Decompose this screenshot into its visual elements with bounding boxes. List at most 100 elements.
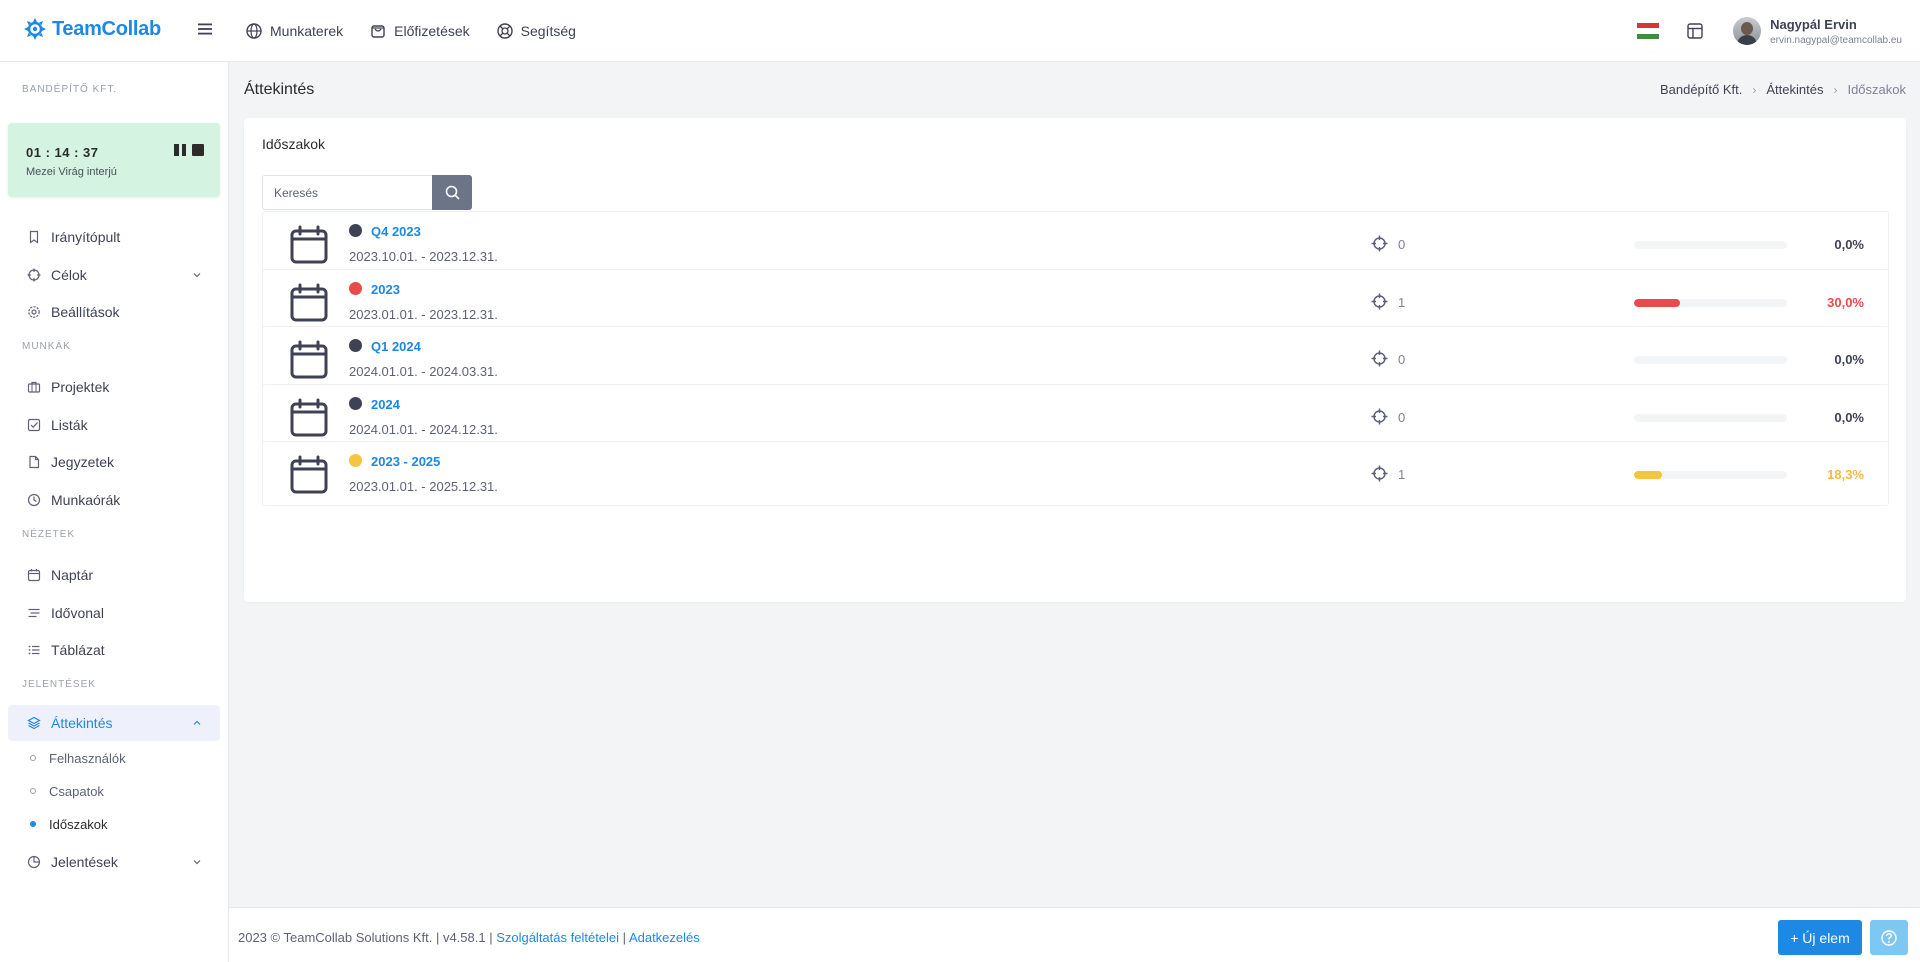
- chevron-down-icon: [193, 860, 201, 865]
- timer-time: 01 : 14 : 37: [26, 145, 99, 160]
- section-label-reports: JELENTÉSEK: [22, 679, 96, 690]
- topnav-subscriptions[interactable]: Előfizetések: [369, 22, 470, 40]
- company-name: BANDÉPÍTŐ KFT.: [22, 84, 118, 95]
- crosshair-icon: [27, 268, 41, 282]
- bag-icon: [371, 25, 385, 38]
- sidebar-subitem-teams[interactable]: Csapatok: [30, 779, 104, 803]
- user-email: ervin.nagypal@teamcollab.eu: [1770, 34, 1902, 46]
- breadcrumb-separator-icon: ›: [1752, 82, 1757, 97]
- avatar[interactable]: [1733, 17, 1762, 45]
- breadcrumb-company[interactable]: Bandépítő Kft.: [1660, 82, 1742, 97]
- period-name-link[interactable]: Q1 2024: [371, 339, 421, 354]
- chevron-down-icon: [193, 273, 201, 278]
- timer-controls: [174, 144, 204, 156]
- privacy-link[interactable]: Adatkezelés: [629, 930, 700, 945]
- new-item-button[interactable]: + Új elem: [1778, 920, 1862, 955]
- stop-icon[interactable]: [192, 144, 204, 156]
- sidebar-item-overview[interactable]: Áttekintés: [8, 705, 220, 741]
- target-icon: [1371, 235, 1388, 252]
- sidebar-item-settings[interactable]: Beállítások: [8, 294, 220, 330]
- sidebar-item-calendar[interactable]: Naptár: [8, 557, 220, 593]
- page-title: Áttekintés: [244, 81, 315, 98]
- question-icon: [1881, 929, 1897, 946]
- terms-link[interactable]: Szolgáltatás feltételei: [496, 930, 619, 945]
- sidebar-item-label: Jegyzetek: [51, 454, 115, 470]
- calendar-icon: [290, 283, 328, 322]
- sidebar-subitem-label: Felhasználók: [49, 750, 126, 766]
- target-count: 1: [1398, 295, 1406, 310]
- period-dates: 2024.01.01. - 2024.03.31.: [349, 364, 498, 379]
- progress-percent: 30,0%: [1827, 295, 1864, 310]
- period-name-link[interactable]: Q4 2023: [371, 224, 421, 239]
- footer-separator: |: [619, 930, 629, 945]
- sidebar-item-goals[interactable]: Célok: [8, 257, 220, 293]
- hungarian-flag-icon[interactable]: [1637, 23, 1660, 39]
- calendar-icon: [290, 340, 328, 379]
- period-status-dot: [349, 282, 362, 295]
- progress-percent: 0,0%: [1834, 410, 1864, 425]
- progress-fill: [1634, 299, 1680, 307]
- footer: 2023 © TeamCollab Solutions Kft. | v4.58…: [229, 907, 1920, 962]
- sidebar-item-notes[interactable]: Jegyzetek: [8, 444, 220, 480]
- progress-bar: [1634, 471, 1787, 479]
- sidebar-item-hours[interactable]: Munkaórák: [8, 482, 220, 518]
- gear-icon: [28, 306, 40, 318]
- target-count: 0: [1398, 237, 1406, 252]
- teamcollab-logo-icon: [24, 18, 46, 40]
- sidebar-item-projects[interactable]: Projektek: [8, 369, 220, 405]
- period-dates: 2023.01.01. - 2023.12.31.: [349, 307, 498, 322]
- section-label-views: NÉZETEK: [22, 529, 76, 540]
- sidebar-item-label: Naptár: [51, 567, 94, 583]
- breadcrumb-overview[interactable]: Áttekintés: [1766, 82, 1823, 97]
- user-name: Nagypál Ervin: [1770, 16, 1857, 32]
- period-status-dot: [349, 397, 362, 410]
- calendar-icon: [290, 225, 328, 264]
- period-row: Q1 2024 2024.01.01. - 2024.03.31. 0 0,0%: [262, 326, 1889, 391]
- search-input[interactable]: [262, 175, 432, 210]
- bullet-icon: [30, 788, 36, 794]
- search-button[interactable]: [432, 175, 472, 210]
- sidebar-item-lists[interactable]: Listák: [8, 407, 220, 443]
- search-bar: [262, 175, 472, 210]
- section-label-works: MUNKÁK: [22, 341, 71, 352]
- target-icon: [1371, 293, 1388, 310]
- top-navigation: Munkaterek Előfizetések Segítség: [245, 0, 576, 62]
- progress-bar: [1634, 356, 1787, 364]
- period-name-link[interactable]: 2023 - 2025: [371, 454, 440, 469]
- calendar-icon: [27, 569, 41, 582]
- topnav-workspaces[interactable]: Munkaterek: [245, 22, 343, 40]
- lifebuoy-icon: [496, 23, 513, 39]
- sidebar-item-reports[interactable]: Jelentések: [8, 844, 220, 880]
- sidebar-item-label: Idővonal: [51, 605, 104, 621]
- help-button[interactable]: [1870, 920, 1908, 955]
- bullet-icon: [30, 755, 36, 761]
- sidebar-subitem-periods[interactable]: Időszakok: [30, 812, 108, 836]
- sidebar-item-timeline[interactable]: Idővonal: [8, 595, 220, 631]
- layout-icon[interactable]: [1685, 21, 1705, 41]
- logo[interactable]: TeamCollab: [22, 16, 161, 42]
- bullet-icon: [30, 821, 36, 827]
- sidebar-subitem-users[interactable]: Felhasználók: [30, 746, 126, 770]
- pause-icon[interactable]: [174, 144, 186, 156]
- card-title: Időszakok: [262, 136, 326, 152]
- globe-icon: [246, 23, 262, 39]
- sidebar-item-label: Jelentések: [51, 854, 118, 870]
- progress-percent: 0,0%: [1834, 237, 1864, 252]
- sidebar-item-table[interactable]: Táblázat: [8, 632, 220, 668]
- sidebar-item-label: Áttekintés: [51, 715, 113, 731]
- target-count: 1: [1398, 467, 1406, 482]
- sidebar-item-dashboard[interactable]: Irányítópult: [8, 219, 220, 255]
- document-icon: [29, 455, 40, 469]
- app-name: TeamCollab: [52, 17, 161, 40]
- user-info[interactable]: Nagypál Ervin ervin.nagypal@teamcollab.e…: [1770, 17, 1902, 46]
- running-timer: 01 : 14 : 37 Mezei Virág interjú: [8, 123, 220, 197]
- sidebar-item-label: Táblázat: [51, 642, 105, 658]
- period-name-link[interactable]: 2023: [371, 282, 400, 297]
- target-icon: [1371, 408, 1388, 425]
- hamburger-menu-icon[interactable]: [196, 20, 214, 38]
- period-row: 2023 2023.01.01. - 2023.12.31. 1 30,0%: [262, 269, 1889, 334]
- period-name-link[interactable]: 2024: [371, 397, 400, 412]
- bookmark-icon: [29, 230, 39, 244]
- topnav-help-label: Segítség: [520, 23, 576, 39]
- topnav-help[interactable]: Segítség: [496, 22, 576, 40]
